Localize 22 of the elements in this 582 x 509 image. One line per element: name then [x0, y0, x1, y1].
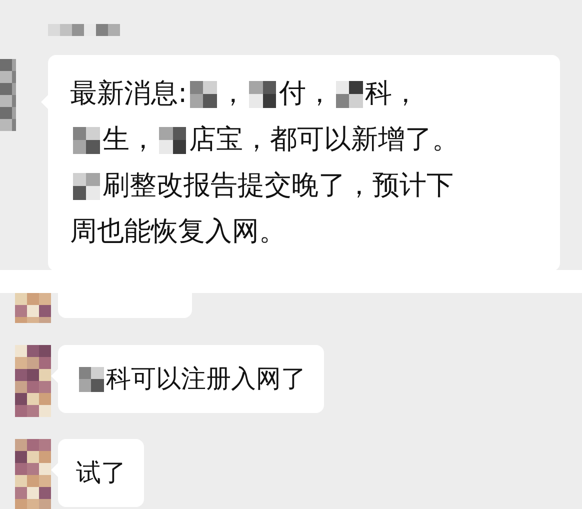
avatar-mosaic [0, 59, 16, 131]
message-text: 科， [365, 77, 420, 111]
redaction-mosaic [249, 80, 276, 108]
avatar-mosaic [15, 345, 51, 417]
message-text: 最新消息: [70, 77, 188, 111]
avatar-mosaic [15, 439, 51, 509]
redaction-mosaic [336, 80, 363, 108]
avatar-mosaic [15, 293, 51, 323]
message-text: 周也能恢复入网。 [70, 215, 286, 249]
message-text: 科可以注册入网了 [106, 363, 306, 395]
message-text: 试了 [76, 457, 126, 489]
redaction-mosaic [159, 126, 186, 154]
sender-name-mosaic [48, 24, 120, 36]
redaction-mosaic [78, 366, 104, 392]
redaction-mosaic [72, 126, 100, 154]
message-text: ， [219, 77, 246, 111]
redaction-mosaic [190, 80, 217, 108]
message-text: 店宝，都可以新增了。 [188, 123, 459, 157]
message-text: 生， [102, 123, 156, 157]
message-text: 刷整改报告提交晚了，预计下 [102, 169, 454, 203]
redaction-mosaic [72, 172, 100, 200]
message-text: 付， [278, 77, 333, 111]
